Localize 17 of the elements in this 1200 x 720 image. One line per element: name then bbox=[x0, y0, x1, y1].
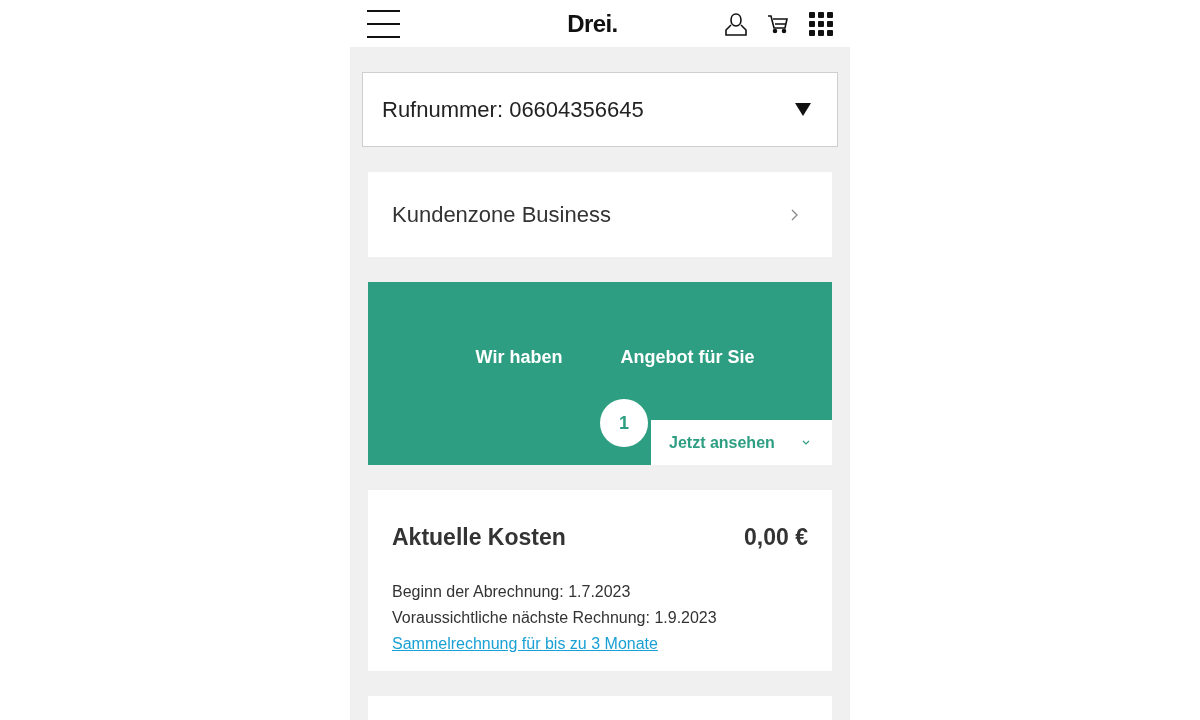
costs-title: Aktuelle Kosten bbox=[392, 523, 566, 552]
billing-info-text: Voraussichtliche nächste Rechnung: 1.9.2023 bbox=[392, 607, 718, 628]
apps-grid-icon[interactable] bbox=[809, 11, 833, 36]
offer-text: Angebot für Sie bbox=[620, 346, 755, 369]
user-icon[interactable] bbox=[725, 11, 747, 36]
menu-icon[interactable] bbox=[367, 9, 400, 38]
cart-icon[interactable] bbox=[767, 13, 789, 34]
billing-info-text: Beginn der Abrechnung: 1.7.2023 bbox=[392, 581, 632, 602]
offer-count-badge: 1 bbox=[600, 399, 648, 447]
kundenzone-link[interactable]: Kundenzone Business bbox=[368, 172, 832, 257]
number-dropdown[interactable]: Rufnummer: 06604356645 bbox=[362, 72, 838, 147]
costs-amount: 0,00 € bbox=[744, 523, 808, 552]
chevron-right-icon bbox=[791, 208, 798, 221]
caret-icon bbox=[795, 103, 811, 116]
chevron-down-icon bbox=[802, 440, 810, 445]
offer-text: Wir haben bbox=[475, 346, 563, 369]
logo[interactable]: Drei. bbox=[567, 5, 618, 42]
